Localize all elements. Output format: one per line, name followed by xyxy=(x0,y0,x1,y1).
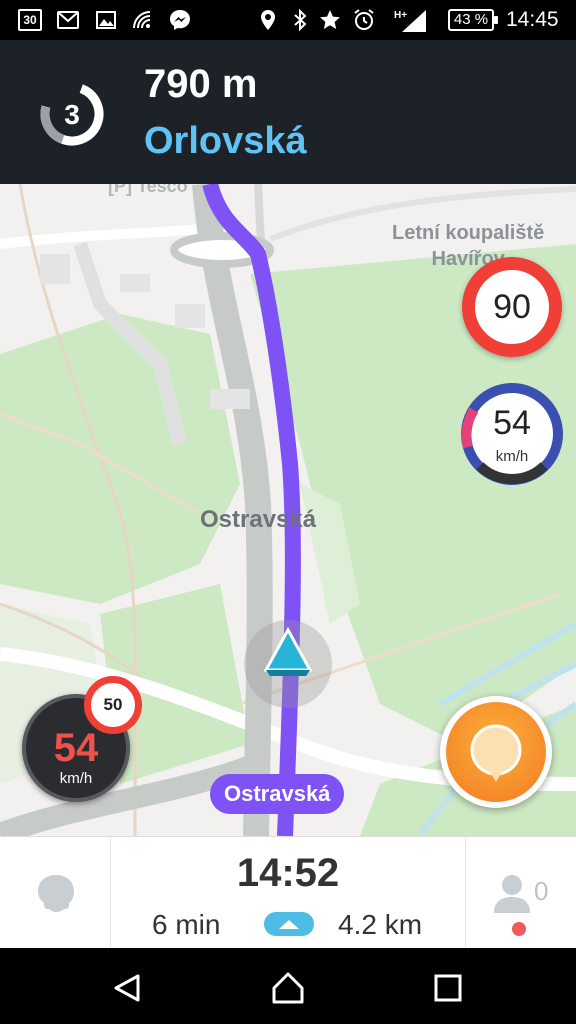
home-icon[interactable] xyxy=(270,970,306,1006)
trip-duration: 6 min xyxy=(152,909,221,940)
calendar-icon: 30 xyxy=(18,9,42,31)
report-button[interactable] xyxy=(440,696,552,808)
recent-apps-icon[interactable] xyxy=(432,972,464,1004)
eta-time: 14:52 xyxy=(236,851,340,895)
bluetooth-icon xyxy=(294,8,307,32)
star-icon xyxy=(320,10,340,29)
current-road-pill[interactable]: Ostravská xyxy=(210,774,345,814)
current-speed-unit: km/h xyxy=(495,448,529,465)
status-clock: 14:45 xyxy=(506,8,559,31)
waze-menu-icon[interactable] xyxy=(32,869,80,917)
messenger-icon xyxy=(170,10,190,30)
road-label-ostravska: Ostravská xyxy=(200,506,317,533)
poi-label-tesco[interactable]: [P] Tesco xyxy=(108,184,188,197)
users-online-count: 0 xyxy=(534,876,549,906)
current-speed-value: 54 xyxy=(493,404,531,442)
status-bar: 30 H+ 43 % 14:45 xyxy=(0,0,576,40)
small-speed-limit-sign: 50 xyxy=(84,676,142,734)
speedometer-gauge[interactable]: 54 km/h xyxy=(460,382,564,486)
roundabout-exit-number: 3 xyxy=(64,99,80,130)
chevron-up-icon xyxy=(279,920,299,929)
battery-icon: 43 % xyxy=(448,9,498,31)
wifi-signal-icon xyxy=(133,11,151,29)
map-view[interactable]: [P] Tesco Letní koupaliště Havířov Ostra… xyxy=(0,184,576,836)
alarm-icon xyxy=(354,9,374,30)
small-speed-unit: km/h xyxy=(59,770,93,787)
roundabout-exit-icon: 3 xyxy=(40,82,104,146)
users-icon[interactable] xyxy=(490,871,534,915)
turn-distance: 790 m xyxy=(144,62,258,106)
status-dot xyxy=(512,922,526,936)
trip-distance: 4.2 km xyxy=(338,909,423,940)
android-navigation-bar xyxy=(0,948,576,1024)
navigation-header[interactable]: 3 790 m Orlovská xyxy=(0,40,576,184)
back-icon[interactable] xyxy=(112,972,144,1004)
car-position-marker xyxy=(236,620,340,708)
next-street-name: Orlovská xyxy=(144,120,307,162)
gallery-icon xyxy=(96,11,116,29)
report-pin-icon xyxy=(470,724,522,782)
speed-limit-sign: 90 xyxy=(462,257,562,357)
mobile-signal-icon: H+ xyxy=(394,10,426,32)
gmail-icon xyxy=(57,11,79,29)
car-arrow-icon xyxy=(244,620,332,708)
route-overview-toggle[interactable] xyxy=(264,912,314,936)
location-icon xyxy=(261,10,275,30)
svg-text:H+: H+ xyxy=(394,10,407,21)
